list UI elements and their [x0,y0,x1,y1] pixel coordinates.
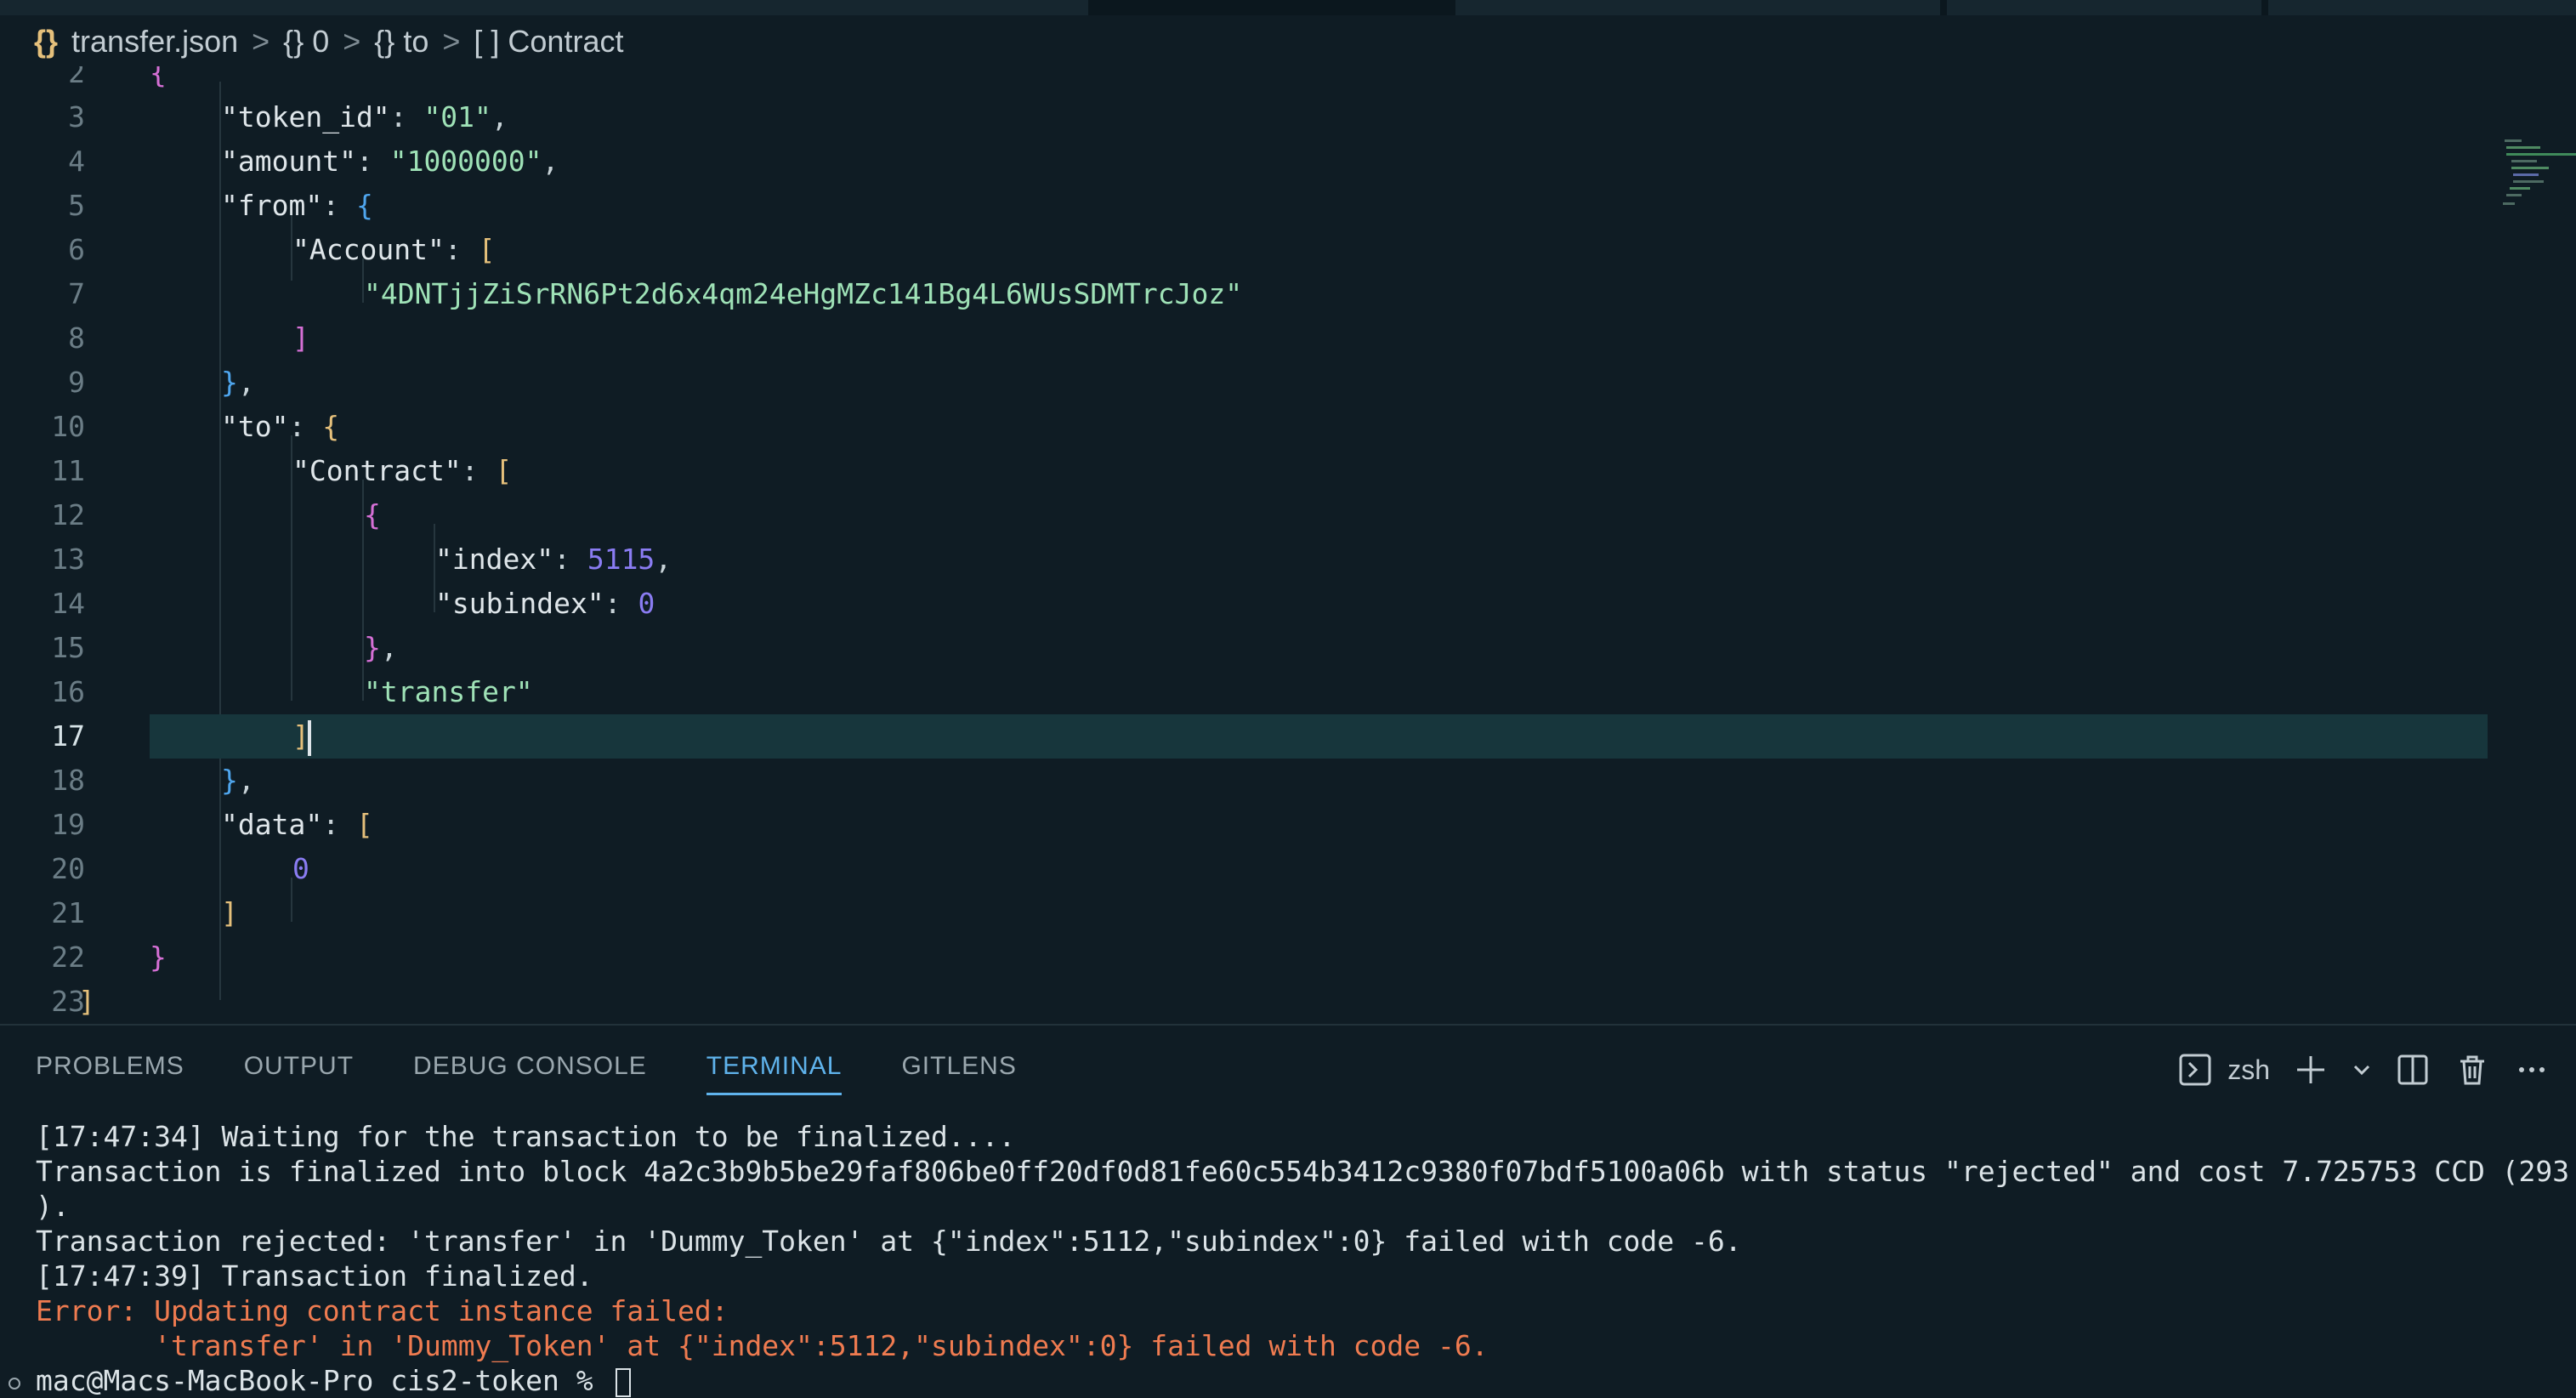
terminal-prompt: mac@Macs-MacBook-Pro cis2-token % [36,1364,610,1397]
minimap[interactable] [2494,134,2576,228]
chevron-right-icon: > [343,24,361,59]
line-number: 15 [51,631,85,664]
terminal-error-line: Error: Updating contract instance failed… [36,1294,729,1327]
tab-output[interactable]: OUTPUT [244,1043,354,1094]
code-line[interactable]: "Contract": [ [292,449,512,493]
terminal-line: Transaction is finalized into block 4a2c… [36,1155,2570,1188]
trash-icon[interactable] [2454,1051,2491,1088]
code-line[interactable]: "token_id": "01", [221,95,508,139]
terminal-shell-selector[interactable]: zsh [2176,1051,2270,1088]
chevron-down-icon[interactable] [2352,1051,2372,1088]
new-terminal-plus-icon[interactable] [2292,1051,2329,1088]
command-status-dot-icon [9,1378,20,1389]
code-line[interactable]: "transfer" [364,670,533,714]
tab-problems[interactable]: PROBLEMS [36,1043,184,1094]
line-number: 18 [51,764,85,797]
line-number: 9 [68,366,85,399]
code-line[interactable]: "data": [ [221,803,373,847]
code-line[interactable]: }, [364,626,398,670]
chevron-right-icon: > [442,24,461,59]
tab-gitlens[interactable]: GITLENS [901,1043,1016,1094]
code-line[interactable]: { [364,493,381,537]
split-terminal-icon[interactable] [2394,1051,2431,1088]
line-number: 22 [51,941,85,974]
code-line[interactable]: { [150,66,167,95]
line-number: 14 [51,587,85,620]
line-number: 4 [68,145,85,178]
more-actions-icon[interactable] [2513,1051,2550,1088]
line-number: 16 [51,675,85,708]
terminal-line: [17:47:39] Transaction finalized. [36,1259,593,1293]
line-number: 6 [68,233,85,266]
code-line[interactable]: "amount": "1000000", [221,139,559,184]
line-number: 10 [51,410,85,443]
code-line[interactable]: ] [221,891,238,935]
code-line[interactable]: "4DNTjjZiSrRN6Pt2d6x4qm24eHgMZc141Bg4L6W… [364,272,1242,316]
code-line[interactable]: }, [221,361,255,405]
code-line[interactable]: "index": 5115, [435,537,672,582]
editor-tab-segment[interactable] [1455,0,1940,15]
breadcrumb-segment-0[interactable]: 0 [312,24,329,60]
json-file-icon: {} [34,24,59,59]
line-number: 11 [51,454,85,487]
terminal-prompt-line[interactable]: mac@Macs-MacBook-Pro cis2-token % [36,1363,2561,1398]
chevron-right-icon: > [252,24,270,59]
line-number: 2 [68,66,85,89]
panel-tabs: PROBLEMS OUTPUT DEBUG CONSOLE TERMINAL G… [0,1043,1041,1095]
line-number: 17 [51,719,85,753]
code-line[interactable]: ] [292,316,309,361]
terminal-line: ). [36,1190,70,1223]
panel-actions: zsh [2176,1046,2550,1094]
array-icon: [ ] [474,24,500,59]
line-number: 8 [68,321,85,355]
line-number: 21 [51,896,85,929]
code-line[interactable]: } [150,935,167,980]
line-number: 19 [51,808,85,841]
line-number: 7 [68,277,85,310]
code-line[interactable]: ] [292,714,311,759]
code-line[interactable]: ] [78,980,95,1020]
object-icon: {} [283,24,304,59]
current-line-highlight [150,714,2488,759]
terminal-cursor [615,1367,631,1397]
terminal-error-line: 'transfer' in 'Dummy_Token' at {"index":… [36,1329,1489,1362]
editor-tab-segment[interactable] [0,0,1088,15]
object-icon: {} [374,24,395,59]
text-cursor [307,719,311,756]
editor-tab-strip [0,0,2576,15]
terminal-line: [17:47:34] Waiting for the transaction t… [36,1120,1016,1153]
terminal-line: Transaction rejected: 'transfer' in 'Dum… [36,1225,1742,1258]
terminal-icon [2176,1051,2214,1088]
code-line[interactable]: "to": { [221,405,339,449]
line-number: 20 [51,852,85,885]
line-number: 12 [51,498,85,531]
line-number: 13 [51,543,85,576]
bottom-panel: PROBLEMS OUTPUT DEBUG CONSOLE TERMINAL G… [0,1024,2576,1397]
line-number: 23 [51,985,85,1018]
line-number: 5 [68,189,85,222]
editor-tab-segment[interactable] [1947,0,2261,15]
code-line[interactable]: "subindex": 0 [435,582,655,626]
breadcrumb-segment-contract[interactable]: Contract [508,24,623,60]
code-line[interactable]: }, [221,759,255,803]
editor-tab-segment[interactable] [2268,0,2576,15]
code-line[interactable]: "Account": [ [292,228,495,272]
code-editor[interactable]: 2 {3 "token_id": "01", 4 "amount": "1000000"… [0,66,2576,1020]
breadcrumb-segment-to[interactable]: to [403,24,428,60]
shell-name: zsh [2227,1054,2270,1085]
code-line[interactable]: "from": { [221,184,373,228]
breadcrumb-file[interactable]: transfer.json [71,24,238,60]
tab-debug-console[interactable]: DEBUG CONSOLE [413,1043,647,1094]
tab-terminal[interactable]: TERMINAL [706,1043,843,1095]
terminal-output[interactable]: [17:47:34] Waiting for the transaction t… [36,1119,2570,1398]
breadcrumb: {} transfer.json > {} 0 > {} to > [ ] Co… [34,19,623,65]
code-line[interactable]: 0 [292,847,309,891]
line-number: 3 [68,100,85,134]
